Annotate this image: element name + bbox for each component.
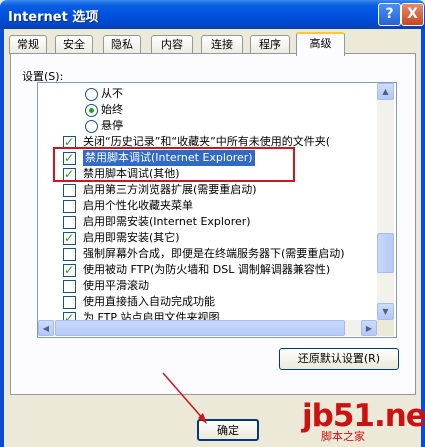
watermark-subtitle: 脚本之家 xyxy=(321,430,365,443)
annotation-arrow-icon xyxy=(162,372,207,424)
tab-advanced[interactable]: 高级 xyxy=(296,32,345,56)
